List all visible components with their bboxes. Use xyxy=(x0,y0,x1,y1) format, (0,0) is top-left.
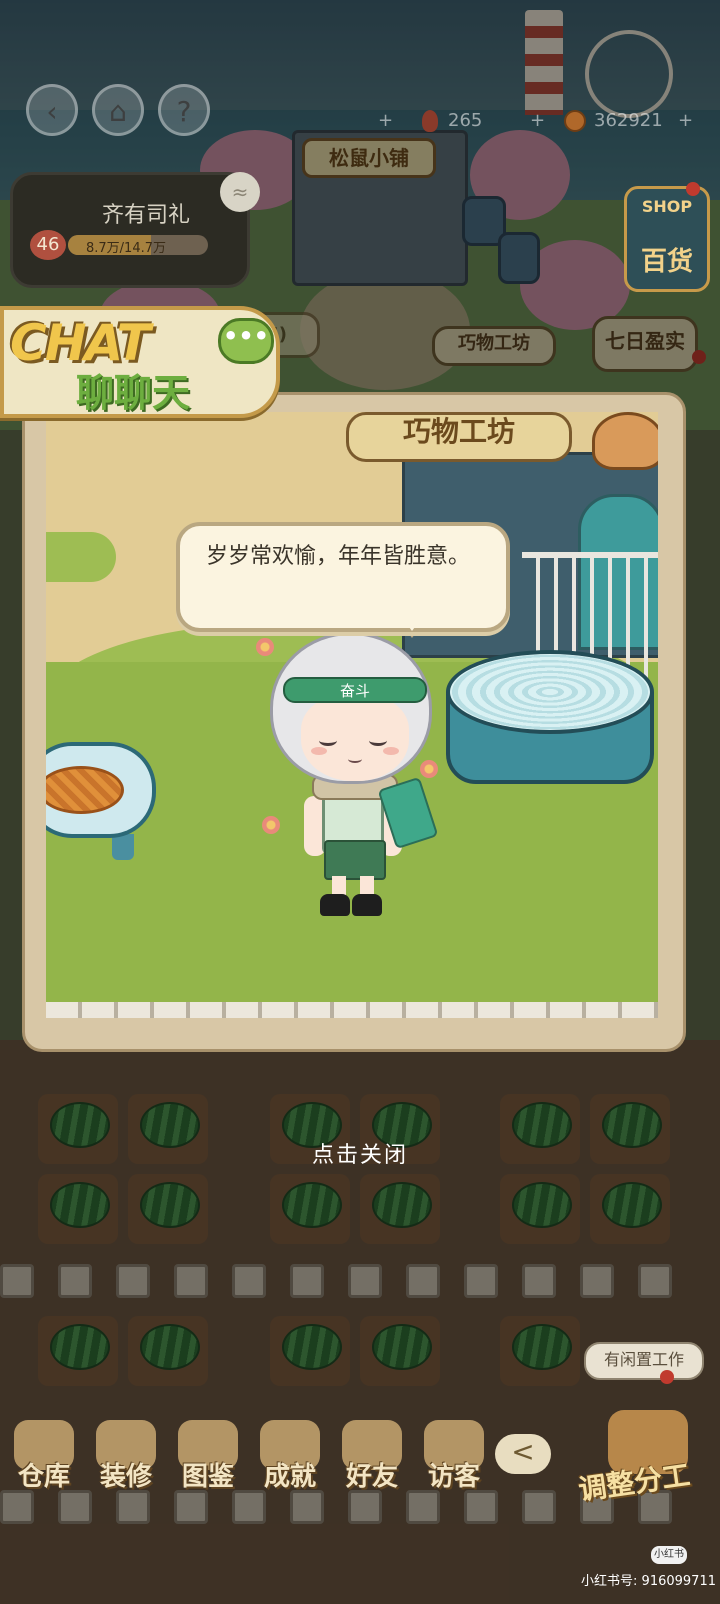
character-mouth xyxy=(348,755,362,763)
coin-add-button[interactable]: + xyxy=(678,110,693,131)
assign-notification-dot xyxy=(660,1370,674,1384)
grass-patch xyxy=(46,532,116,582)
character-face xyxy=(301,695,409,781)
dock-label: 装修 xyxy=(99,1462,152,1492)
dock-friends-button[interactable]: 好友 xyxy=(332,1420,412,1500)
ember-icon xyxy=(422,110,438,132)
chat-scene: 巧物工坊 奋斗 xyxy=(46,412,658,1018)
table-leg xyxy=(112,834,134,860)
pie-table xyxy=(46,742,156,862)
speech-text: 岁岁常欢愉，年年皆胜意。 xyxy=(206,544,471,569)
dock-achievement-button[interactable]: 成就 xyxy=(250,1420,330,1500)
character-blush xyxy=(311,747,327,755)
coin-icon xyxy=(564,110,586,132)
dock-label: 仓库 xyxy=(17,1462,70,1492)
watermark-id: 小红书号: 916099711 xyxy=(581,1574,716,1589)
stump-top xyxy=(446,650,654,734)
character-headband: 奋斗 xyxy=(283,677,427,703)
player-character: 奋斗 xyxy=(270,632,476,922)
shop-label-cn: 百货 xyxy=(640,247,693,277)
dock-collection-button[interactable]: 图鉴 xyxy=(168,1420,248,1500)
level-badge: 46 xyxy=(30,230,66,260)
player-name: 齐有司礼 xyxy=(101,203,190,228)
character-eye xyxy=(369,735,387,746)
chevron-left-icon: ‹ xyxy=(46,95,58,128)
speech-bubble-tail-inner xyxy=(404,620,420,631)
coin-count: 362921 xyxy=(594,110,663,131)
collapse-dock-button[interactable]: < xyxy=(495,1434,551,1474)
character-blush xyxy=(383,747,399,755)
home-icon: ⌂ xyxy=(109,95,127,128)
dock-label: 访客 xyxy=(427,1462,480,1492)
xp-bar: 8.7万/14.7万 xyxy=(68,235,208,255)
ember-add[interactable]: + xyxy=(378,110,393,131)
help-button[interactable]: ? xyxy=(158,84,210,136)
shop-button[interactable]: SHOP 百货 xyxy=(624,186,710,292)
fence xyxy=(46,1002,658,1018)
ember-count: 265 xyxy=(448,110,483,131)
workshop-sign: 巧物工坊 xyxy=(346,412,572,462)
ellipsis-bubble-icon: ••• xyxy=(218,318,274,364)
dock-warehouse-button[interactable]: 仓库 xyxy=(4,1420,84,1500)
character-shoe xyxy=(352,894,382,916)
character-shorts xyxy=(324,840,386,880)
coin-add-left[interactable]: + xyxy=(530,110,545,131)
adjust-assignment-button[interactable]: 调整分工 xyxy=(576,1410,704,1514)
character-shoe xyxy=(320,894,350,916)
assign-label: 调整分工 xyxy=(576,1458,693,1507)
tree-stump xyxy=(446,650,654,790)
dock-decorate-button[interactable]: 装修 xyxy=(86,1420,166,1500)
character-eye xyxy=(319,735,337,746)
shop-notification-dot xyxy=(686,182,700,196)
home-button[interactable]: ⌂ xyxy=(92,84,144,136)
dock-visitors-button[interactable]: 访客 xyxy=(414,1420,494,1500)
speech-bubble: 岁岁常欢愉，年年皆胜意。 xyxy=(176,522,510,632)
dock-label: 成就 xyxy=(263,1462,316,1492)
chat-title-cn: 聊聊天 xyxy=(76,371,191,415)
dock-label: 好友 xyxy=(345,1462,398,1492)
character-hair: 奋斗 xyxy=(270,632,432,784)
idle-work-tag: 有闲置工作 xyxy=(584,1342,704,1380)
watermark-logo: 小红书 xyxy=(651,1546,687,1564)
bear-mascot xyxy=(592,412,658,470)
wind-icon: ≈ xyxy=(220,172,260,212)
dock-label: 图鉴 xyxy=(181,1462,234,1492)
xp-text: 8.7万/14.7万 xyxy=(86,241,166,255)
shop-label-en: SHOP xyxy=(641,197,693,216)
tap-to-close-hint[interactable]: 点击关闭 xyxy=(270,1137,450,1169)
question-icon: ? xyxy=(176,95,192,128)
back-button[interactable]: ‹ xyxy=(26,84,78,136)
